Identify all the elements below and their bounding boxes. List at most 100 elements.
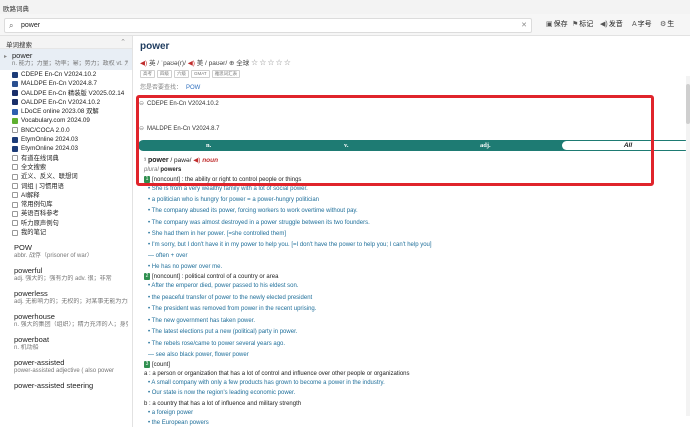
word-text: powerful (14, 266, 43, 276)
scrollbar-thumb[interactable] (686, 84, 690, 124)
more-icon: ⚙ (660, 21, 667, 28)
speak-button[interactable]: ◀)发音 (600, 19, 623, 31)
toolbar: ⌕ ✕ ▣保存 ⚑标记 ◀)发音 A字号 ⚙生 (0, 14, 690, 36)
word-def: power-assisted adjective ( also power (14, 368, 115, 375)
clear-icon[interactable]: ✕ (521, 21, 527, 29)
dict-name: 听力原声例句 (21, 219, 59, 227)
search-icon: ⌕ (9, 21, 14, 30)
word-item[interactable]: powerhousen. 强大的集团（组织）；精力充沛的人；身强力壮的人 (0, 310, 132, 333)
chevron-up-icon[interactable]: ⌃ (120, 38, 126, 46)
word-item[interactable]: power-assisted power-assisted adjective (… (0, 356, 132, 379)
example-line: • the European powers (148, 420, 209, 426)
dict-name: OALDPE En-Cn V2024.10.2 (21, 98, 101, 106)
dict-icon (12, 145, 18, 152)
example-line: — see also black power, flower power (148, 352, 249, 358)
sidebar-dict-item[interactable]: 有道在线词典 (0, 154, 132, 163)
tag-list: 高考 四级 六级 GMAT 雅思词汇表 (140, 70, 242, 78)
font-size-button[interactable]: A字号 (632, 19, 652, 31)
dict-icon (12, 108, 18, 115)
example-line: • The company was almost destroyed in a … (148, 219, 370, 226)
sidebar-dict-item[interactable]: CDEPE En-Cn V2024.10.2 (0, 70, 132, 79)
search-input[interactable] (21, 20, 511, 31)
sidebar-dict-item[interactable]: LDoCE online 2023.08 双解 (0, 107, 132, 116)
dict-name: 常用例句库 (21, 201, 53, 209)
dict-icon (12, 136, 18, 143)
dict-icon (12, 127, 18, 134)
dict-name: LDoCE online 2023.08 双解 (21, 108, 99, 116)
sense-3: 3 [count] (144, 361, 171, 369)
dict-icon (12, 155, 18, 162)
dict-icon (12, 192, 18, 199)
sidebar-dict-item[interactable]: 英语百科参考 (0, 209, 132, 218)
speaker-icon[interactable]: ◀) (140, 60, 147, 67)
did-you-mean: 您是否要查找： POW (140, 85, 201, 91)
word-text: POW (14, 243, 32, 253)
star-rating[interactable]: ☆☆☆☆☆ (251, 58, 292, 67)
dict-icon (12, 90, 18, 97)
dict-icon (12, 164, 18, 171)
sidebar-dict-item[interactable]: 常用例句库 (0, 200, 132, 209)
dict-name: BNC/COCA 2.0.0 (21, 126, 70, 134)
highlight-box (136, 95, 654, 186)
dict-icon (12, 220, 18, 227)
word-item[interactable]: powerful adj. 强大的；强有力的 adv. 很；非常 (0, 264, 132, 287)
sidebar-dict-item[interactable]: 听力原声例句 (0, 219, 132, 228)
dict-name: EtymOnline 2024.03 (21, 136, 79, 144)
word-item[interactable]: powerless adj. 无影响力的；无权的；对某事无能为力的 (0, 287, 132, 310)
example-line: • She had them in her power. [=she contr… (148, 230, 287, 237)
example-line: • The new government has taken power. (148, 317, 256, 324)
word-def: n. 机动船 (14, 345, 39, 352)
save-icon: ▣ (546, 21, 553, 28)
sidebar-dict-item[interactable]: AI解释 (0, 191, 132, 200)
scrollbar-track[interactable] (686, 76, 690, 416)
arrow-icon: ▸ (4, 54, 8, 60)
app-title: 欧路词典 (3, 6, 29, 13)
headword: power (140, 41, 170, 52)
sidebar-dict-item[interactable]: OALDPE En-Cn 精装版 V2025.02.14 (0, 89, 132, 98)
example-line: • He has no power over me. (148, 264, 223, 271)
bookmark-button[interactable]: ⚑标记 (572, 19, 593, 31)
word-item[interactable]: POW abbr. 战俘（prisoner of war） (0, 241, 132, 264)
sense-3b: b : a country that has a lot of influenc… (144, 401, 302, 407)
speaker-icon: ◀) (600, 21, 608, 28)
sidebar-dict-item[interactable]: 词组 | 习惯用语 (0, 182, 132, 191)
dict-name: 近义、反义、联想词 (21, 173, 78, 181)
sidebar-dict-item[interactable]: Vocabulary.com 2024.09 (0, 116, 132, 125)
word-def: adj. 强大的；强有力的 adv. 很；非常 (14, 276, 112, 283)
dict-icon (12, 210, 18, 217)
sidebar-dict-item[interactable]: OALDPE En-Cn V2024.10.2 (0, 98, 132, 107)
dict-list: CDEPE En-Cn V2024.10.2 MALDPE En-Cn V2024… (0, 70, 132, 237)
dict-icon (12, 201, 18, 208)
word-list: POW abbr. 战俘（prisoner of war） powerful adj.… (0, 241, 132, 402)
sidebar-dict-item[interactable]: 近义、反义、联想词 (0, 172, 132, 181)
sidebar-dict-item[interactable]: EtymOnline 2024.03 (0, 135, 132, 144)
sidebar-dict-item[interactable]: MALDPE En-Cn V2024.8.7 (0, 79, 132, 88)
more-button[interactable]: ⚙生 (660, 19, 674, 31)
speaker-icon[interactable]: ◀) (188, 60, 195, 67)
save-button[interactable]: ▣保存 (546, 19, 568, 31)
sidebar-dict-item[interactable]: BNC/COCA 2.0.0 (0, 126, 132, 135)
word-item-selected[interactable]: ▸ power n. 能力；力量；功率；幂；势力；政权 vt. 为…提供动力 (0, 49, 132, 70)
tag-badge: 六级 (174, 70, 189, 78)
word-def: adj. 无影响力的；无权的；对某事无能为力的 (14, 299, 128, 306)
example-line: • The president was removed from power i… (148, 306, 317, 312)
search-box[interactable]: ⌕ ✕ (4, 18, 532, 33)
sidebar-dict-item[interactable]: 我的笔记 (0, 228, 132, 237)
sidebar-header: 单词搜索 ⌃ (0, 36, 132, 49)
example-line: • a politician who is hungry for power =… (148, 197, 320, 204)
suggestion-link[interactable]: POW (186, 85, 200, 91)
word-item[interactable]: powerboat n. 机动船 (0, 333, 132, 356)
sidebar-dict-item[interactable]: EtymOnline 2024.03 (0, 144, 132, 153)
dict-name: 我的笔记 (21, 229, 47, 237)
dict-icon (12, 229, 18, 236)
font-icon: A (632, 21, 637, 28)
word-def: abbr. 战俘（prisoner of war） (14, 253, 93, 260)
tag-badge: 四级 (157, 70, 172, 78)
sidebar-dict-item[interactable]: 全文搜索 (0, 163, 132, 172)
word-item[interactable]: power-assisted steering (0, 379, 132, 402)
dict-name: 有道在线词典 (21, 154, 59, 162)
dict-icon (12, 99, 18, 106)
dict-icon (12, 117, 18, 124)
word-text: power-assisted steering (14, 381, 94, 391)
example-line: • A small company with only a few produc… (148, 380, 385, 386)
